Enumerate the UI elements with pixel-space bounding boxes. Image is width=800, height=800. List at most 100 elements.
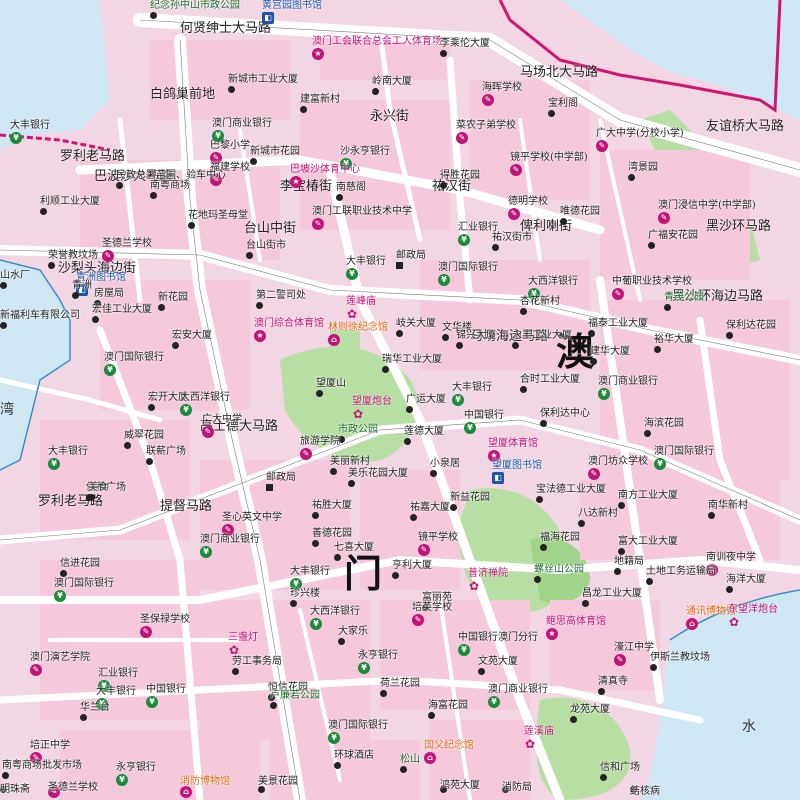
- place-label: 望厦体育馆: [488, 438, 538, 449]
- place-label: 保利达中心: [540, 408, 590, 419]
- building-icon: [560, 218, 567, 225]
- park-icon: [534, 576, 541, 583]
- bank-icon: ¥: [310, 618, 322, 630]
- place-label: 联薪广场: [146, 446, 186, 457]
- police-icon: [256, 302, 263, 309]
- building-icon: [92, 316, 99, 323]
- market-icon: [246, 252, 253, 259]
- place-label: 望厦图书馆: [492, 460, 542, 471]
- place-label: 澳门综合体育馆: [254, 318, 324, 329]
- building-icon: [372, 88, 379, 95]
- school-icon: ✎: [614, 654, 626, 666]
- place-label: 南训夜中学: [706, 552, 756, 563]
- school-icon: ✎: [418, 544, 430, 556]
- place-label: 昌龙工业大厦: [582, 588, 642, 599]
- place-label: 圣保禄学校: [140, 614, 190, 625]
- place-label: 新花园: [158, 292, 188, 303]
- place-label: 宝利阁: [548, 98, 578, 109]
- temple-icon: ✿: [468, 579, 480, 593]
- place-label: 美食: [88, 482, 108, 493]
- building-icon: [0, 282, 7, 289]
- school-icon: ✎: [300, 448, 312, 460]
- place-label: 澳门国际银行: [438, 262, 498, 273]
- place-label: 圣心英文中学: [222, 512, 282, 523]
- place-label: 中葡职业技术学校: [612, 276, 692, 287]
- area-icon: [72, 292, 79, 299]
- building-icon: [618, 548, 625, 555]
- place-label: 消防局: [502, 782, 532, 793]
- sea-label-shui: 水: [742, 719, 756, 735]
- place-label: 新福利车有限公司: [0, 310, 80, 321]
- place-label: 新城市工业大厦: [228, 74, 298, 85]
- map-canvas[interactable]: 澳门湾水白鸽巢前地 罗利老马路 巴波沙大马路 李宝椿街 台山中街 沙梨头海边街 提督马路 高士…: [0, 0, 800, 800]
- place-label: 培英学校: [412, 602, 452, 613]
- place-label: 大丰银行: [452, 382, 492, 393]
- place-label: 山水厂: [0, 270, 30, 281]
- place-label: 澳门演艺学院: [30, 652, 90, 663]
- place-label: 邮政局: [266, 472, 296, 483]
- place-label: 沙永亨银行: [340, 146, 390, 157]
- place-label: 永丰工业大厦: [512, 330, 572, 341]
- temple-icon: ✿: [524, 737, 536, 751]
- place-label: 杏花新村: [520, 296, 560, 307]
- building-icon: [548, 110, 555, 117]
- library-icon: ◧: [262, 12, 274, 24]
- building-icon: [404, 438, 411, 445]
- stadium-icon: ★: [254, 330, 266, 342]
- building-icon: [250, 158, 257, 165]
- place-label: 善德花园: [312, 528, 352, 539]
- school-icon: ✎: [312, 218, 324, 230]
- place-label: 莲溪庙: [524, 726, 554, 737]
- bank-icon: ¥: [458, 644, 470, 656]
- place-label: 七喜大厦: [334, 542, 374, 553]
- building-icon: [590, 358, 597, 365]
- bank-icon: ¥: [488, 696, 500, 708]
- building-icon: [646, 578, 653, 585]
- building-icon: [588, 330, 595, 337]
- place-label: 民政总署苗圃、验车中心: [116, 170, 226, 181]
- building-icon: [726, 586, 733, 593]
- school-icon: ✎: [510, 164, 522, 176]
- place-label: 邮政局: [396, 250, 426, 261]
- place-label: 南华新村: [708, 500, 748, 511]
- school-icon: ✎: [596, 140, 608, 152]
- bank-icon: ¥: [116, 774, 128, 786]
- place-label: 富大工业大厦: [618, 536, 678, 547]
- building-icon: [428, 712, 435, 719]
- building-icon: [614, 568, 621, 575]
- place-label: 锦兴大厦: [456, 330, 496, 341]
- market-icon: [492, 244, 499, 251]
- place-label: 唯德花园: [560, 206, 600, 217]
- place-label: 镜平学校(中学部): [510, 152, 588, 163]
- building-icon: [60, 570, 67, 577]
- post-icon: [266, 484, 273, 491]
- building-icon: [520, 386, 527, 393]
- building-icon: [648, 242, 655, 249]
- park-icon: [150, 12, 157, 19]
- place-label: 大丰银行: [48, 446, 88, 457]
- school-icon: ✎: [482, 94, 494, 106]
- place-label: 海富花园: [428, 700, 468, 711]
- school-icon: ✎: [30, 664, 42, 676]
- building-icon: [440, 50, 447, 57]
- place-label: 海滨花园: [644, 418, 684, 429]
- place-label: 瑞华工业大厦: [382, 354, 442, 365]
- school-icon: ✎: [612, 288, 624, 300]
- place-label: 黄宫园图书馆: [262, 0, 322, 11]
- building-icon: [440, 182, 447, 189]
- place-label: 八达新村: [578, 508, 618, 519]
- street-label: 马场北大马路: [520, 65, 599, 80]
- bank-icon: ¥: [10, 132, 22, 144]
- school-icon: ✎: [588, 468, 600, 480]
- place-label: 岭南大厦: [372, 76, 412, 87]
- place-label: 第二警司处: [256, 290, 306, 301]
- bank-icon: ¥: [328, 732, 340, 744]
- building-icon: [338, 638, 345, 645]
- street-label: 白鸽巢前地: [150, 87, 216, 102]
- school-icon: ✎: [456, 132, 468, 144]
- building-icon: [520, 308, 527, 315]
- street-label: 友谊桥大马路: [706, 119, 785, 134]
- stadium-icon: ★: [290, 176, 302, 188]
- place-label: 李乘伦大厦: [440, 38, 490, 49]
- place-label: 大丰银行: [96, 686, 136, 697]
